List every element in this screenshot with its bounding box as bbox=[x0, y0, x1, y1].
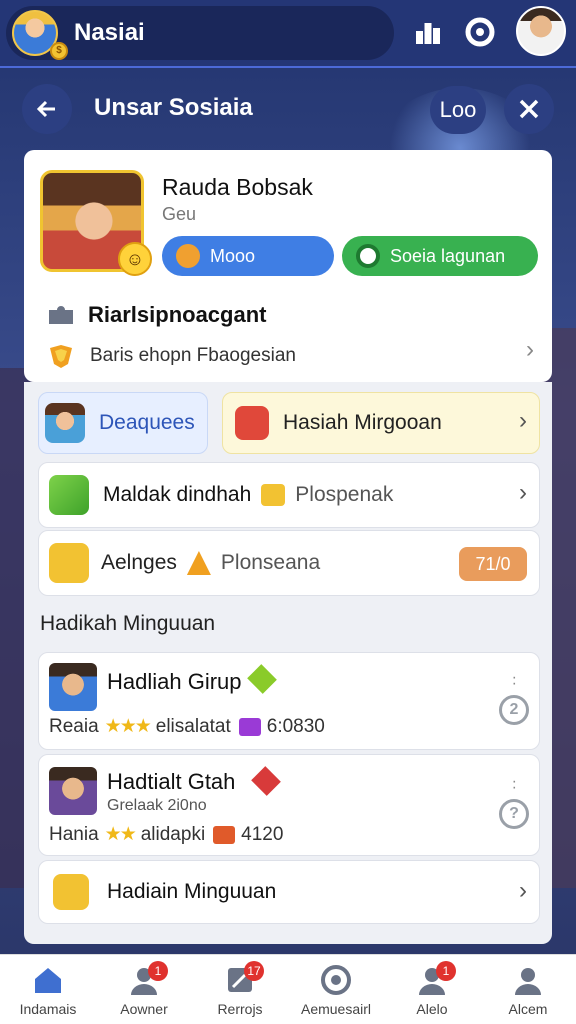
tile-maldak[interactable]: Maldak dindhah Plospenak › bbox=[38, 462, 540, 528]
gem-icon bbox=[213, 825, 236, 844]
group-subtitle: Grelaak 2i0no bbox=[107, 797, 207, 814]
participant-row[interactable]: Riarlsipnoacgant bbox=[46, 302, 266, 328]
star-rating-icon: ★★ bbox=[104, 824, 137, 845]
nav-label: Rerrojs bbox=[217, 1001, 263, 1017]
tile-maldak-label: Maldak dindhah bbox=[103, 483, 252, 506]
arrow-left-icon bbox=[36, 100, 55, 118]
badge-icon bbox=[50, 345, 72, 368]
chevron-right-icon: › bbox=[519, 407, 527, 434]
group-info-line: Reaia ★★★ elisalatat 6:0830 bbox=[49, 715, 325, 738]
emoji-reaction-icon[interactable]: ☺ bbox=[118, 242, 152, 276]
chevron-right-icon: › bbox=[519, 479, 527, 506]
tile-hasiah[interactable]: Hasiah Mirgooan › bbox=[222, 392, 540, 454]
group-value: 4120 bbox=[241, 823, 284, 845]
nav-label: Alelo bbox=[416, 1001, 448, 1017]
target-icon bbox=[321, 965, 351, 995]
group-info-line: Hania ★★ alidapki 4120 bbox=[49, 823, 283, 846]
user-icon bbox=[356, 244, 380, 268]
crown-icon bbox=[186, 551, 211, 575]
coin-icon: $ bbox=[50, 42, 68, 60]
notification-badge: 17 bbox=[244, 961, 264, 981]
profile-card: ☺ Rauda Bobsak Geu Mooo Soeia lagunan Ri… bbox=[24, 150, 552, 382]
profile-subtitle: Geu bbox=[162, 204, 197, 224]
nav-alelo[interactable]: 1 Alelo bbox=[384, 955, 480, 1024]
group-prefix: Reaia bbox=[49, 715, 99, 737]
bottom-nav: Indamais 1 Aowner 17 Rerrojs Aemuesairl … bbox=[0, 954, 576, 1024]
mooo-button[interactable]: Mooo bbox=[162, 236, 334, 276]
app-title: Nasiai bbox=[74, 19, 145, 46]
weekly-rewards-label: Hadiain Minguuan bbox=[107, 880, 277, 903]
user-avatar[interactable] bbox=[516, 6, 566, 56]
group-name: Hadtialt Gtah bbox=[107, 769, 236, 794]
count-badge: 71/0 bbox=[459, 547, 527, 581]
tile-deaquees-label: Deaquees bbox=[99, 411, 195, 434]
profile-pill[interactable]: $ Nasiai bbox=[6, 6, 394, 60]
group-avatar bbox=[49, 767, 97, 815]
notification-badge: 1 bbox=[148, 961, 168, 981]
participant-label: Riarlsipnoacgant bbox=[88, 302, 267, 327]
camera-icon[interactable] bbox=[460, 12, 500, 52]
nav-profile[interactable]: Alcem bbox=[480, 955, 576, 1024]
group-mid-text: elisalatat bbox=[155, 715, 231, 737]
info-icon[interactable]: 2 bbox=[499, 695, 529, 725]
nav-label: Indamais bbox=[19, 1001, 77, 1017]
group-card-1[interactable]: Hadliah Girup Reaia ★★★ elisalatat 6:083… bbox=[38, 652, 540, 750]
chevron-right-icon: › bbox=[519, 877, 527, 904]
key-icon bbox=[49, 543, 89, 583]
nav-label: Aemuesairl bbox=[300, 1001, 372, 1017]
diamond-icon bbox=[251, 766, 281, 796]
chevron-right-icon: › bbox=[526, 336, 534, 363]
podium-icon[interactable] bbox=[408, 12, 448, 52]
section-title: Hadikah Minguuan bbox=[40, 612, 216, 635]
home-icon bbox=[35, 968, 61, 993]
search-row[interactable]: Baris ehopn Fbaogesian bbox=[46, 342, 296, 370]
tile-hasiah-label: Hasiah Mirgooan bbox=[283, 411, 442, 434]
puzzle-icon bbox=[49, 306, 73, 324]
tile-aelnges-label: Aelnges bbox=[101, 551, 177, 574]
nav-label: Alcem bbox=[508, 1001, 548, 1017]
nav-label: Aowner bbox=[120, 1001, 168, 1017]
tile-aelnges[interactable]: Aelnges Plonseana 71/0 bbox=[38, 530, 540, 596]
group-value: 6:0830 bbox=[266, 715, 325, 737]
nav-amusement[interactable]: Aemuesairl bbox=[288, 955, 384, 1024]
candy-icon bbox=[49, 475, 89, 515]
tile-aelnges-sub: Plonseana bbox=[220, 551, 321, 574]
more-options-icon[interactable]: · · bbox=[512, 774, 517, 796]
group-mid-text: alidapki bbox=[140, 823, 206, 845]
trophy-icon bbox=[53, 874, 89, 910]
nav-owner[interactable]: 1 Aowner bbox=[96, 955, 192, 1024]
loo-button[interactable]: Loo bbox=[430, 86, 486, 134]
mooo-button-label: Mooo bbox=[210, 245, 256, 266]
tile-avatar bbox=[45, 403, 85, 443]
social-button[interactable]: Soeia lagunan bbox=[342, 236, 538, 276]
group-card-2[interactable]: Hadtialt Gtah Grelaak 2i0no Hania ★★ ali… bbox=[38, 754, 540, 856]
close-button[interactable] bbox=[504, 84, 554, 134]
social-button-label: Soeia lagunan bbox=[390, 245, 506, 266]
group-prefix: Hania bbox=[49, 823, 99, 845]
weekly-rewards-row[interactable]: Hadiain Minguuan › bbox=[38, 860, 540, 924]
tile-maldak-sub: Plospenak bbox=[295, 483, 394, 506]
treasure-icon bbox=[261, 484, 286, 506]
profile-icon bbox=[515, 968, 541, 995]
gift-box-icon bbox=[235, 406, 269, 440]
more-options-icon[interactable]: · · bbox=[512, 670, 517, 692]
back-button[interactable] bbox=[22, 84, 72, 134]
content-panel: Deaquees Hasiah Mirgooan › Maldak dindha… bbox=[24, 382, 552, 944]
star-rating-icon: ★★★ bbox=[104, 716, 152, 737]
gift-icon bbox=[176, 244, 200, 268]
info-icon[interactable]: ? bbox=[499, 799, 529, 829]
tile-deaquees[interactable]: Deaquees bbox=[38, 392, 208, 454]
leaf-icon bbox=[247, 664, 277, 694]
top-bar: $ Nasiai bbox=[0, 0, 576, 68]
notification-badge: 1 bbox=[436, 961, 456, 981]
nav-projects[interactable]: 17 Rerrojs bbox=[192, 955, 288, 1024]
group-avatar bbox=[49, 663, 97, 711]
nav-home[interactable]: Indamais bbox=[0, 955, 96, 1024]
group-name: Hadliah Girup bbox=[107, 669, 242, 694]
profile-name: Rauda Bobsak bbox=[162, 174, 313, 200]
close-icon bbox=[519, 99, 539, 119]
gem-icon bbox=[238, 717, 261, 736]
search-row-label: Baris ehopn Fbaogesian bbox=[90, 345, 296, 366]
page-title: Unsar Sosiaia bbox=[94, 94, 253, 121]
